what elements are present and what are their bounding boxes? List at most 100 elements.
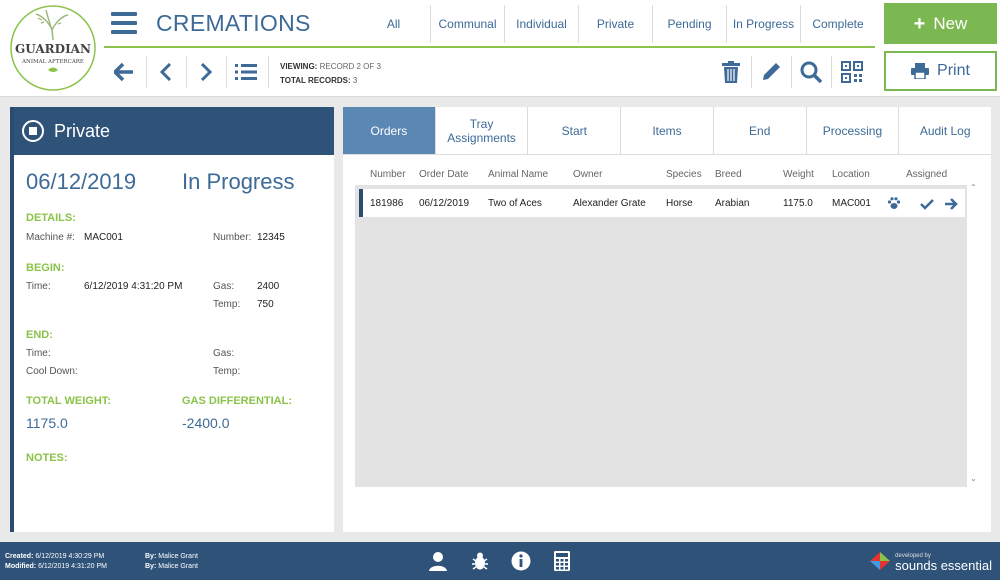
begin-time-label: Time: [26, 281, 51, 292]
begin-temp-value: 750 [257, 299, 274, 310]
list-view-icon[interactable] [228, 54, 264, 90]
filter-tab-private[interactable]: Private [579, 5, 653, 43]
hamburger-menu-icon[interactable] [111, 12, 137, 34]
begin-heading: BEGIN: [26, 262, 65, 274]
print-button-label: Print [937, 62, 970, 79]
column-species[interactable]: Species [666, 169, 702, 180]
begin-gas-label: Gas: [213, 281, 235, 292]
stop-icon[interactable] [22, 120, 44, 142]
column-number[interactable]: Number [370, 169, 406, 180]
scroll-down-icon[interactable]: ⌄ [970, 474, 977, 483]
modified-by-value: Malice Grant [158, 563, 198, 570]
tab-audit-log[interactable]: Audit Log [899, 107, 991, 154]
cooldown-label: Cool Down: [26, 366, 78, 377]
tab-end[interactable]: End [714, 107, 807, 154]
cell-weight: 1175.0 [783, 198, 813, 209]
tab-items[interactable]: Items [621, 107, 714, 154]
logo-sub-text: ANIMAL AFTERCARE [21, 59, 84, 65]
sounds-essential-logo[interactable]: developed by sounds essential [869, 551, 992, 573]
arrow-right-icon[interactable] [945, 197, 959, 215]
begin-temp-label: Temp: [213, 299, 241, 310]
table-header: Number Order Date Animal Name Owner Spec… [355, 165, 979, 185]
detail-tabs: Orders Tray Assignments Start Items End … [343, 107, 991, 155]
created-label: Created: [5, 553, 34, 560]
filter-tab-in-progress[interactable]: In Progress [727, 5, 801, 43]
record-type-header: Private [14, 107, 334, 155]
previous-record-icon[interactable] [148, 54, 184, 90]
column-animal-name[interactable]: Animal Name [488, 169, 548, 180]
next-record-icon[interactable] [188, 54, 224, 90]
record-info: VIEWING: RECORD 2 OF 3 TOTAL RECORDS: 3 [280, 60, 381, 88]
cell-owner: Alexander Grate [573, 198, 646, 209]
created-value: 6/12/2019 4:30:29 PM [35, 553, 105, 560]
total-records-label: TOTAL RECORDS: [280, 76, 351, 85]
app-footer: Created: 6/12/2019 4:30:29 PM Modified: … [0, 542, 1000, 580]
tab-start[interactable]: Start [528, 107, 622, 154]
checkmark-icon[interactable] [920, 197, 934, 215]
filter-tab-individual[interactable]: Individual [505, 5, 579, 43]
created-by-label: By: [145, 553, 157, 560]
filter-tab-complete[interactable]: Complete [801, 5, 875, 43]
bug-icon[interactable] [469, 550, 491, 572]
tab-tray-assignments[interactable]: Tray Assignments [436, 107, 529, 154]
table-row[interactable]: 181986 06/12/2019 Two of Aces Alexander … [359, 189, 965, 217]
total-weight-value: 1175.0 [26, 415, 68, 431]
record-status: In Progress [182, 169, 295, 194]
cell-order-date: 06/12/2019 [419, 198, 470, 209]
qr-code-icon[interactable] [834, 54, 870, 90]
table-scrollbar[interactable]: ⌃ ⌄ [967, 165, 979, 487]
info-icon[interactable] [510, 550, 532, 572]
number-value: 12345 [257, 232, 285, 243]
cell-number: 181986 [370, 198, 404, 209]
modified-label: Modified: [5, 563, 37, 570]
record-detail-panel: Orders Tray Assignments Start Items End … [343, 107, 991, 532]
tab-processing[interactable]: Processing [807, 107, 900, 154]
tab-orders[interactable]: Orders [343, 107, 436, 154]
trash-icon[interactable] [713, 54, 749, 90]
header-divider [104, 46, 875, 48]
calculator-icon[interactable] [551, 550, 573, 572]
new-button[interactable]: + New [884, 3, 997, 44]
details-heading: DETAILS: [26, 212, 76, 224]
record-type-label: Private [54, 120, 111, 141]
modified-value: 6/12/2019 4:31:20 PM [38, 563, 107, 570]
plus-icon: + [913, 12, 926, 35]
machine-value: MAC001 [84, 232, 123, 243]
search-icon[interactable] [793, 54, 829, 90]
begin-time-value: 6/12/2019 4:31:20 PM [84, 281, 183, 292]
column-owner[interactable]: Owner [573, 169, 602, 180]
filter-tabs: All Communal Individual Private Pending … [357, 5, 875, 43]
column-location[interactable]: Location [832, 169, 870, 180]
column-order-date[interactable]: Order Date [419, 169, 468, 180]
scroll-up-icon[interactable]: ⌃ [970, 183, 977, 192]
back-arrow-icon[interactable] [106, 54, 142, 90]
footer-audit-info: Created: 6/12/2019 4:30:29 PM Modified: … [5, 552, 107, 572]
cell-location: MAC001 [832, 198, 871, 209]
column-weight[interactable]: Weight [783, 169, 814, 180]
brand-text: developed by sounds essential [895, 552, 992, 573]
end-gas-label: Gas: [213, 348, 235, 359]
end-time-label: Time: [26, 348, 51, 359]
column-breed[interactable]: Breed [715, 169, 742, 180]
edit-pencil-icon[interactable] [753, 54, 789, 90]
total-weight-label: TOTAL WEIGHT: [26, 395, 111, 407]
filter-tab-pending[interactable]: Pending [653, 5, 727, 43]
new-button-label: New [933, 13, 968, 33]
filter-tab-communal[interactable]: Communal [431, 5, 505, 43]
filter-tab-all[interactable]: All [357, 5, 431, 43]
brand-name-text: sounds essential [895, 558, 992, 573]
paw-icon[interactable] [887, 196, 901, 215]
guardian-logo[interactable]: GUARDIAN ANIMAL AFTERCARE [6, 4, 100, 92]
cell-breed: Arabian [715, 198, 750, 209]
logo-main-text: GUARDIAN [15, 42, 91, 56]
print-button[interactable]: Print [884, 51, 997, 91]
footer-by-info: By: Malice Grant By: Malice Grant [145, 552, 198, 572]
user-icon[interactable] [427, 550, 449, 572]
gas-differential-value: -2400.0 [182, 415, 230, 431]
column-assigned[interactable]: Assigned [906, 169, 947, 180]
viewing-value: RECORD 2 OF 3 [319, 62, 381, 71]
modified-by-label: By: [145, 563, 157, 570]
cell-species: Horse [666, 198, 693, 209]
end-heading: END: [26, 329, 53, 341]
app-header: GUARDIAN ANIMAL AFTERCARE CREMATIONS All… [0, 0, 1000, 97]
